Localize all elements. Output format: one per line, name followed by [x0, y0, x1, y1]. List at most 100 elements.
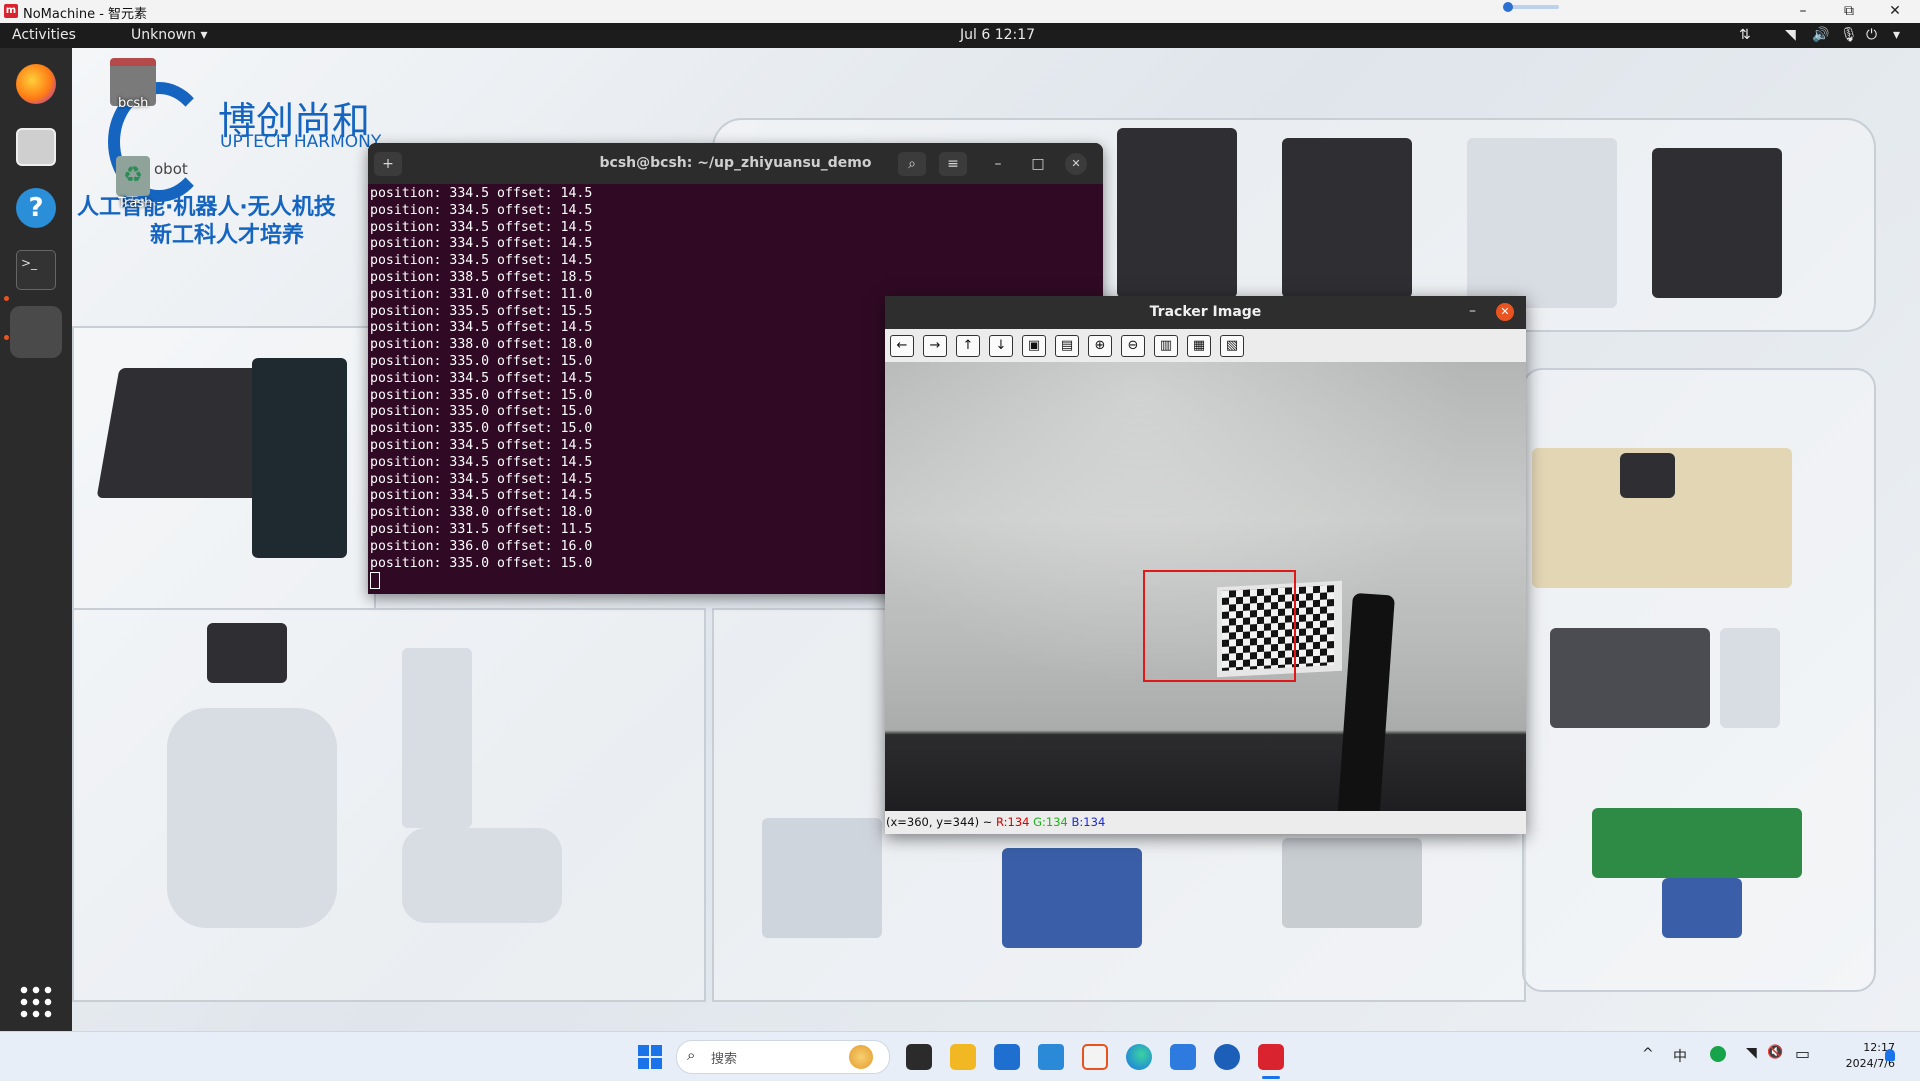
store-icon[interactable]: [994, 1044, 1020, 1070]
table-device: [1620, 453, 1675, 498]
wifi-icon[interactable]: ◥: [1785, 27, 1796, 43]
robot-arm-station: [1467, 138, 1617, 308]
search-icon: ⌕: [687, 1046, 696, 1064]
taskbar-search[interactable]: ⌕ 搜索: [676, 1040, 890, 1074]
properties-icon[interactable]: ▧: [1220, 335, 1244, 357]
brand-side-text: obot: [154, 160, 188, 178]
system-menu-chevron-icon[interactable]: ▾: [1893, 27, 1900, 43]
tracker-close-button[interactable]: ✕: [1496, 303, 1514, 321]
service-robot-screen: [207, 623, 287, 683]
pixel-blue-value: B:134: [1071, 815, 1106, 829]
zoom-out-icon[interactable]: ⊖: [1121, 335, 1145, 357]
pan-down-icon[interactable]: ↓: [989, 335, 1013, 357]
show-apps-icon[interactable]: [18, 984, 52, 1018]
office-icon[interactable]: [1082, 1044, 1108, 1070]
electronics-kit: [1002, 848, 1142, 948]
volume-icon[interactable]: 🔊: [1812, 27, 1829, 43]
terminal-line: position: 334.5 offset: 14.5: [370, 236, 593, 252]
tracker-window[interactable]: Tracker Image – ✕ ← → ↑ ↓ ▣ ▤ ⊕ ⊖ ▥ ▦ ▧ (x=360, y=…: [885, 296, 1526, 834]
network-icon[interactable]: ⇅: [1739, 27, 1751, 43]
terminal-search-button[interactable]: ⌕: [898, 152, 926, 176]
desktop-icon-label[interactable]: bcsh: [118, 96, 148, 111]
files-launcher[interactable]: [10, 120, 62, 172]
app-tray-icon[interactable]: [1710, 1046, 1726, 1062]
windows-start-icon[interactable]: [638, 1045, 662, 1069]
terminal-header[interactable]: + bcsh@bcsh: ~/up_zhiyuansu_demo ⌕ ≡ – □…: [368, 143, 1103, 184]
mic-icon[interactable]: 🎙: [1840, 27, 1858, 43]
terminal-line: position: 334.5 offset: 14.5: [370, 186, 593, 201]
host-window-title: NoMachine - 智元素: [23, 7, 148, 22]
activities-button[interactable]: Activities: [12, 27, 76, 43]
workbench-drawer: [1662, 878, 1742, 938]
mobile-base: [402, 828, 562, 923]
active-app-launcher[interactable]: [10, 306, 62, 358]
desktop-icon-label[interactable]: Trash: [118, 196, 152, 211]
terminal-icon: >_: [16, 250, 56, 290]
cursor-coords: (x=360, y=344) ~: [886, 815, 993, 829]
pixel-red-value: R:134: [996, 815, 1030, 829]
help-launcher[interactable]: ?: [10, 182, 62, 234]
firefox-launcher[interactable]: [10, 58, 62, 110]
notification-bell-icon[interactable]: [1885, 1049, 1895, 1061]
power-icon[interactable]: ⏻: [1866, 27, 1877, 43]
pan-left-icon[interactable]: ←: [890, 335, 914, 357]
terminal-launcher[interactable]: >_: [10, 244, 62, 296]
edge-icon[interactable]: [1126, 1044, 1152, 1070]
terminal-line: position: 334.5 offset: 14.5: [370, 253, 593, 269]
running-indicator: [4, 296, 9, 301]
clock[interactable]: Jul 6 12:17: [960, 27, 1035, 43]
terminal-cursor: [370, 572, 380, 590]
terminal-line: position: 334.5 offset: 14.5: [370, 202, 593, 218]
running-indicator: [4, 335, 9, 340]
tracker-header[interactable]: Tracker Image – ✕: [885, 296, 1526, 329]
host-maximize-button[interactable]: ⧉: [1826, 0, 1872, 23]
nomachine-logo-icon: m: [4, 4, 18, 18]
zoom-in-icon[interactable]: ⊕: [1088, 335, 1112, 357]
robot-car-2: [1282, 138, 1412, 298]
firefox-icon: [16, 64, 56, 104]
help-icon: ?: [16, 188, 56, 228]
host-close-button[interactable]: ✕: [1872, 0, 1918, 23]
task-view-icon[interactable]: [906, 1044, 932, 1070]
terminal-close-button[interactable]: ✕: [1065, 153, 1087, 175]
files-icon: [16, 128, 56, 166]
robot-kit-parts: [252, 358, 347, 558]
terminal-maximize-button[interactable]: □: [1024, 152, 1052, 176]
camera-image[interactable]: [885, 362, 1526, 811]
app-icon[interactable]: [1214, 1044, 1240, 1070]
save-image-icon[interactable]: ▥: [1154, 335, 1178, 357]
pan-up-icon[interactable]: ↑: [956, 335, 980, 357]
zoom-original-icon[interactable]: ▤: [1055, 335, 1079, 357]
terminal-menu-button[interactable]: ≡: [939, 152, 967, 176]
pan-right-icon[interactable]: →: [923, 335, 947, 357]
app-icon[interactable]: [1170, 1044, 1196, 1070]
battery-icon[interactable]: ▭: [1795, 1044, 1810, 1063]
trash-icon[interactable]: ♻: [116, 156, 150, 196]
nomachine-taskbar-icon[interactable]: [1258, 1044, 1284, 1070]
tracker-minimize-button[interactable]: –: [1469, 303, 1476, 319]
ime-indicator[interactable]: 中: [1673, 1046, 1687, 1066]
slider-knob[interactable]: [1503, 2, 1513, 12]
app-menu[interactable]: Unknown ▾: [131, 27, 207, 43]
tracker-title: Tracker Image: [1149, 304, 1262, 320]
robot-arm: [402, 648, 472, 828]
vscode-icon[interactable]: [1038, 1044, 1064, 1070]
file-explorer-icon[interactable]: [950, 1044, 976, 1070]
terminal-minimize-button[interactable]: –: [984, 152, 1012, 176]
robot-car-1: [1117, 128, 1237, 298]
tray-chevron-icon[interactable]: ^: [1642, 1046, 1654, 1062]
workbench-top: [1592, 808, 1802, 878]
humanoid-robot: [1652, 148, 1782, 298]
tracker-status-bar: (x=360, y=344) ~ R:134 G:134 B:134: [885, 811, 1526, 834]
search-highlight-icon: [849, 1045, 873, 1069]
tracking-bounding-box: [1143, 570, 1296, 682]
terminal-line: position: 334.5 offset: 14.5: [370, 219, 593, 235]
host-minimize-button[interactable]: –: [1780, 0, 1826, 23]
zoom-to-window-icon[interactable]: ▣: [1022, 335, 1046, 357]
wifi-icon[interactable]: ◥: [1746, 1045, 1757, 1061]
copy-image-icon[interactable]: ▦: [1187, 335, 1211, 357]
sound-muted-icon[interactable]: 🔇: [1767, 1045, 1783, 1060]
laser-plotter: [1282, 838, 1422, 928]
pc-tower: [1720, 628, 1780, 728]
host-volume-slider[interactable]: [1503, 2, 1559, 12]
